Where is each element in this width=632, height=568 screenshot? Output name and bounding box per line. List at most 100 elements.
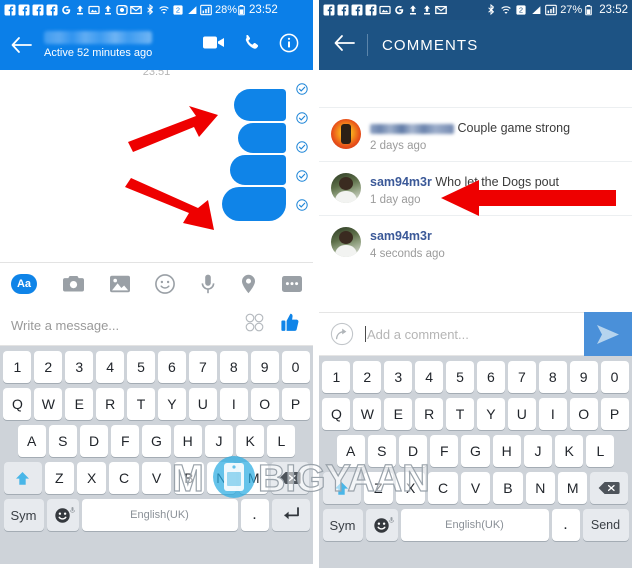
key-f[interactable]: F xyxy=(430,435,459,467)
more-icon[interactable] xyxy=(281,276,302,292)
key-z[interactable]: Z xyxy=(44,462,74,494)
key-4[interactable]: 4 xyxy=(415,361,444,393)
message-input[interactable]: Write a message... xyxy=(11,318,245,333)
share-arrow-icon[interactable] xyxy=(319,322,365,346)
message-bubble[interactable] xyxy=(222,187,286,221)
key-b[interactable]: B xyxy=(174,462,204,494)
key-p[interactable]: P xyxy=(281,388,310,420)
key-s[interactable]: S xyxy=(367,435,396,467)
key-i[interactable]: I xyxy=(538,398,567,430)
key-3[interactable]: 3 xyxy=(65,351,94,383)
key-j[interactable]: J xyxy=(523,435,553,467)
key-e[interactable]: E xyxy=(65,388,94,420)
thumbs-up-icon[interactable] xyxy=(280,313,300,338)
key-q[interactable]: Q xyxy=(322,398,351,430)
key-a[interactable]: A xyxy=(17,425,46,457)
key-d[interactable]: D xyxy=(79,425,109,457)
sticker-icon[interactable] xyxy=(155,274,176,294)
key-g[interactable]: G xyxy=(142,425,171,457)
key-f[interactable]: F xyxy=(111,425,140,457)
key-g[interactable]: G xyxy=(461,435,490,467)
key-5[interactable]: 5 xyxy=(446,361,474,393)
key-o[interactable]: O xyxy=(569,398,598,430)
message-composer[interactable]: Write a message... xyxy=(0,305,313,345)
space-key[interactable]: English(UK) xyxy=(400,509,549,541)
key-1[interactable]: 1 xyxy=(3,351,32,383)
comment-list[interactable]: Couple game strong 2 days ago sam94m3r W… xyxy=(319,70,632,312)
key-u[interactable]: U xyxy=(188,388,217,420)
key-0[interactable]: 0 xyxy=(281,351,310,383)
key-1[interactable]: 1 xyxy=(322,361,351,393)
key-7[interactable]: 7 xyxy=(507,361,536,393)
send-key[interactable]: Send xyxy=(582,509,629,541)
text-format-icon[interactable]: Aa xyxy=(11,274,37,294)
key-w[interactable]: W xyxy=(353,398,382,430)
message-thread[interactable]: 23:51 xyxy=(0,70,313,262)
key-k[interactable]: K xyxy=(236,425,265,457)
key-r[interactable]: R xyxy=(96,388,125,420)
key-s[interactable]: S xyxy=(48,425,77,457)
space-key[interactable]: English(UK) xyxy=(81,499,238,531)
key-z[interactable]: Z xyxy=(363,472,393,504)
voice-icon[interactable] xyxy=(201,274,215,294)
period-key[interactable]: . xyxy=(240,499,269,531)
key-h[interactable]: H xyxy=(173,425,202,457)
key-e[interactable]: E xyxy=(384,398,413,430)
comment-author[interactable] xyxy=(370,123,454,134)
message-bubble[interactable] xyxy=(238,123,286,153)
key-c[interactable]: C xyxy=(428,472,458,504)
comment-author[interactable]: sam94m3r xyxy=(370,229,432,243)
contact-info[interactable]: Active 52 minutes ago xyxy=(40,31,203,59)
comment-author[interactable]: sam94m3r xyxy=(370,175,432,189)
key-l[interactable]: L xyxy=(267,425,296,457)
key-m[interactable]: M xyxy=(239,462,269,494)
key-4[interactable]: 4 xyxy=(96,351,125,383)
key-l[interactable]: L xyxy=(586,435,615,467)
voice-call-icon[interactable] xyxy=(243,34,261,57)
back-button[interactable] xyxy=(10,36,40,54)
key-9[interactable]: 9 xyxy=(250,351,279,383)
key-p[interactable]: P xyxy=(600,398,629,430)
key-8[interactable]: 8 xyxy=(538,361,567,393)
key-x[interactable]: X xyxy=(395,472,426,504)
period-key[interactable]: . xyxy=(551,509,580,541)
list-item[interactable]: sam94m3r 4 seconds ago xyxy=(319,215,632,269)
key-6[interactable]: 6 xyxy=(158,351,186,383)
key-v[interactable]: V xyxy=(141,462,172,494)
symbols-key[interactable]: Sym xyxy=(3,499,44,531)
list-item[interactable]: Couple game strong 2 days ago xyxy=(319,107,632,161)
key-t[interactable]: T xyxy=(446,398,474,430)
gallery-icon[interactable] xyxy=(109,275,130,293)
key-5[interactable]: 5 xyxy=(127,351,155,383)
key-7[interactable]: 7 xyxy=(188,351,217,383)
key-6[interactable]: 6 xyxy=(477,361,505,393)
comment-composer[interactable]: Add a comment... xyxy=(319,312,632,356)
symbols-key[interactable]: Sym xyxy=(322,509,363,541)
key-x[interactable]: X xyxy=(76,462,107,494)
emoji-key[interactable] xyxy=(46,499,79,531)
location-icon[interactable] xyxy=(241,274,256,294)
key-d[interactable]: D xyxy=(398,435,428,467)
send-button[interactable] xyxy=(584,312,632,356)
shift-key[interactable] xyxy=(322,472,361,504)
back-button[interactable] xyxy=(333,34,355,57)
camera-icon[interactable] xyxy=(62,275,84,293)
key-q[interactable]: Q xyxy=(3,388,32,420)
key-v[interactable]: V xyxy=(460,472,491,504)
comment-input[interactable]: Add a comment... xyxy=(365,326,584,342)
key-j[interactable]: J xyxy=(204,425,234,457)
backspace-key[interactable] xyxy=(271,462,310,494)
key-h[interactable]: H xyxy=(492,435,521,467)
message-bubble[interactable] xyxy=(234,89,286,121)
key-a[interactable]: A xyxy=(336,435,365,467)
key-w[interactable]: W xyxy=(34,388,63,420)
key-c[interactable]: C xyxy=(109,462,139,494)
key-b[interactable]: B xyxy=(493,472,523,504)
key-9[interactable]: 9 xyxy=(569,361,598,393)
key-i[interactable]: I xyxy=(219,388,248,420)
key-2[interactable]: 2 xyxy=(353,361,382,393)
key-o[interactable]: O xyxy=(250,388,279,420)
key-t[interactable]: T xyxy=(127,388,155,420)
key-y[interactable]: Y xyxy=(158,388,186,420)
key-y[interactable]: Y xyxy=(477,398,505,430)
